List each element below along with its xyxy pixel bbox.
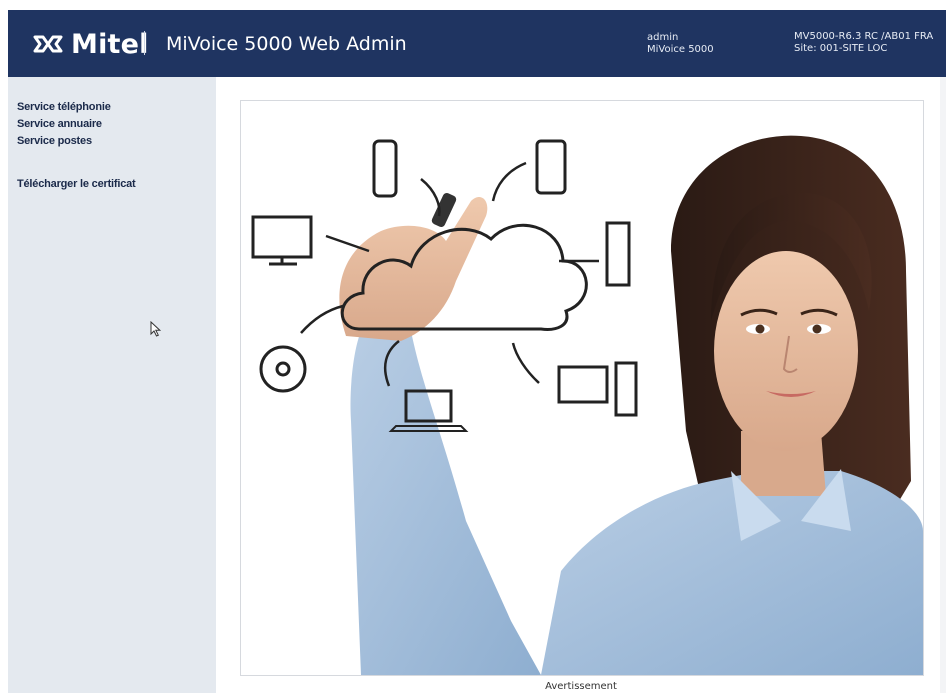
mitel-logo-icon — [33, 35, 63, 53]
brand-name: Mitel — [71, 28, 149, 60]
system-site: Site: 001-SITE LOC — [794, 43, 888, 54]
user-name: admin — [647, 32, 679, 43]
scrollbar-track[interactable] — [940, 77, 946, 693]
sidebar-item-service-telephonie[interactable]: Service téléphonie — [17, 99, 111, 116]
sidebar-item-service-annuaire[interactable]: Service annuaire — [17, 116, 111, 133]
app-title: MiVoice 5000 Web Admin — [166, 33, 407, 55]
header-divider — [144, 31, 145, 55]
brand-logo[interactable]: Mitel — [31, 28, 149, 60]
system-info: MV5000-R6.3 RC /AB01 FRA Site: 001-SITE … — [794, 31, 933, 55]
download-certificate-link[interactable]: Télécharger le certificat — [17, 178, 136, 190]
mouse-pointer-icon — [150, 321, 161, 337]
user-info: admin MiVoice 5000 — [647, 32, 714, 56]
hero-image — [240, 100, 924, 676]
system-version: MV5000-R6.3 RC /AB01 FRA — [794, 31, 934, 42]
caption-warning[interactable]: Avertissement — [216, 681, 946, 692]
sidebar-item-service-postes[interactable]: Service postes — [17, 133, 111, 150]
user-product: MiVoice 5000 — [647, 44, 714, 55]
main-content: Avertissement — [216, 77, 946, 693]
woman-drawing-cloud-network-image — [241, 101, 923, 675]
sidebar-nav: Service téléphonie Service annuaire Serv… — [17, 99, 111, 150]
sidebar: Service téléphonie Service annuaire Serv… — [8, 77, 216, 693]
app-header: Mitel MiVoice 5000 Web Admin admin MiVoi… — [8, 10, 946, 77]
